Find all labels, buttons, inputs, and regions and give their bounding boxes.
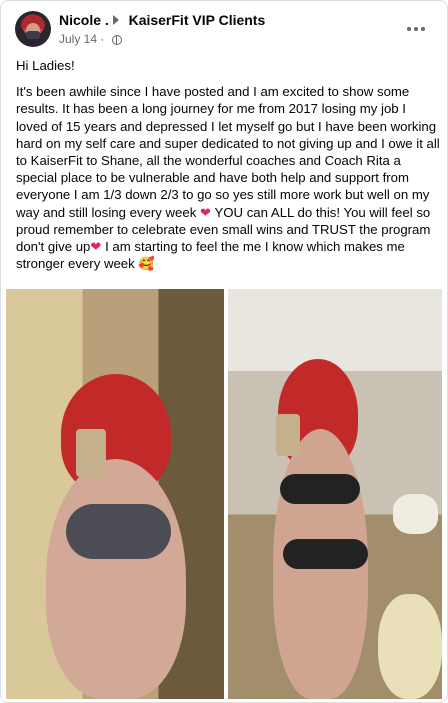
heart-emoji-icon: ❤	[90, 239, 102, 255]
smiling-face-hearts-emoji-icon: 🥰	[138, 256, 155, 272]
greeting: Hi Ladies!	[16, 58, 75, 73]
group-name[interactable]: KaiserFit VIP Clients	[129, 12, 266, 28]
photo-collage	[6, 289, 442, 699]
heart-emoji-icon: ❤	[199, 204, 212, 220]
post-meta: July 14 ·	[59, 32, 122, 46]
after-photo[interactable]	[228, 289, 442, 699]
author-line: Nicole . KaiserFit VIP Clients	[59, 12, 265, 28]
group-arrow-icon	[112, 15, 119, 25]
post-date[interactable]: July 14 ·	[59, 32, 104, 46]
before-photo[interactable]	[6, 289, 224, 699]
public-globe-icon	[111, 35, 122, 45]
post-card: Nicole . KaiserFit VIP Clients July 14 ·…	[0, 0, 448, 703]
author-avatar[interactable]	[15, 11, 51, 47]
post-header: Nicole . KaiserFit VIP Clients July 14 ·	[15, 11, 437, 51]
more-options-icon[interactable]	[407, 25, 425, 33]
author-name[interactable]: Nicole .	[59, 12, 109, 28]
post-paragraph: It's been awhile since I have posted and…	[16, 84, 440, 272]
post-text: Hi Ladies! It's been awhile since I have…	[16, 57, 441, 281]
